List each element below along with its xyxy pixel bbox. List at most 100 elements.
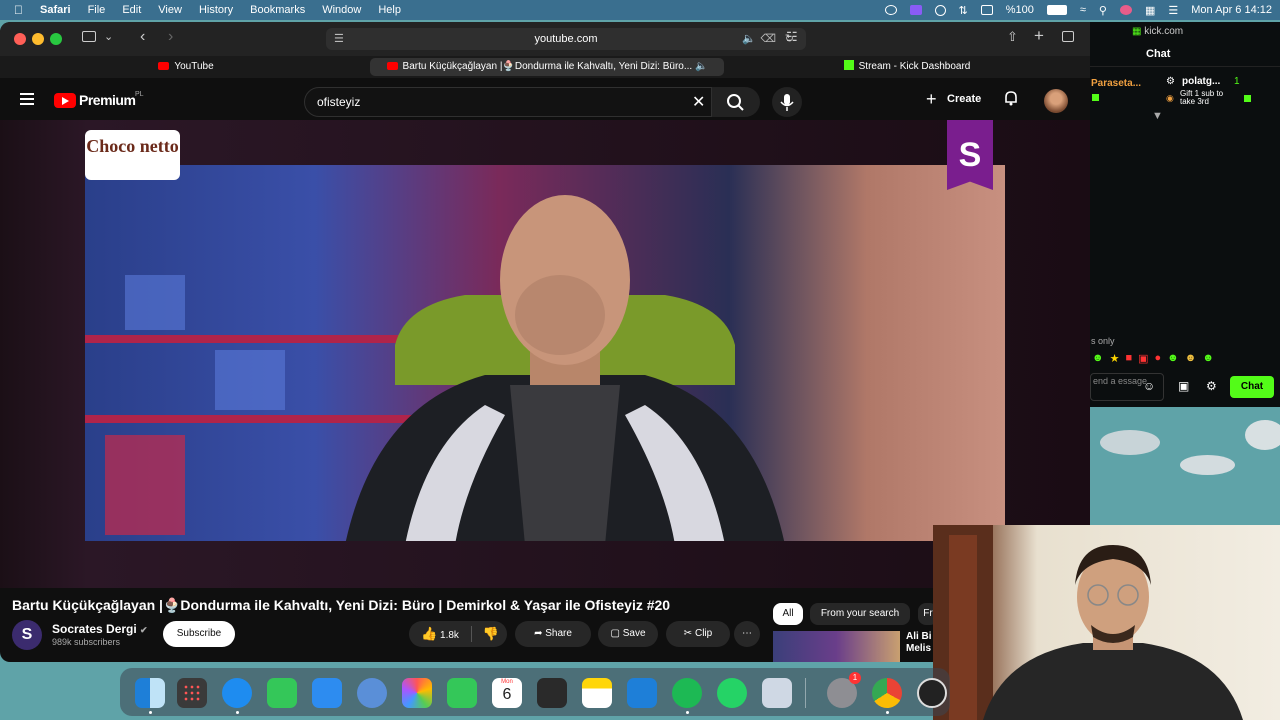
notifications-bell-icon[interactable] bbox=[1004, 90, 1018, 106]
back-button[interactable]: ‹ bbox=[140, 28, 145, 46]
emote-icon[interactable]: ☻ bbox=[1202, 352, 1214, 366]
emote-icon[interactable]: ☻ bbox=[1185, 352, 1197, 366]
chrome-icon[interactable] bbox=[872, 678, 902, 708]
siri-icon[interactable] bbox=[1119, 5, 1132, 15]
tab-youtube[interactable]: YouTube bbox=[6, 56, 366, 78]
chat-user-2[interactable]: polatg... bbox=[1182, 76, 1220, 87]
video-player[interactable]: Choco netto S bbox=[0, 120, 1090, 588]
chip-all[interactable]: All bbox=[773, 603, 803, 625]
menu-help[interactable]: Help bbox=[378, 4, 401, 16]
chat-user-1[interactable]: Paraseta... bbox=[1091, 78, 1141, 89]
like-button[interactable]: 👍 1.8k bbox=[409, 621, 471, 647]
clear-search-icon[interactable]: ✕ bbox=[692, 92, 705, 112]
recommended-thumbnail[interactable] bbox=[773, 631, 900, 662]
calendar-icon[interactable]: Mon 6 bbox=[492, 678, 522, 708]
emote-icon[interactable]: ▣ bbox=[1138, 352, 1148, 366]
emote-icon[interactable]: ☻ bbox=[1167, 352, 1179, 366]
emoji-picker-icon[interactable]: ☺ bbox=[1143, 379, 1155, 393]
hamburger-menu-icon[interactable] bbox=[20, 93, 34, 105]
tab-video[interactable]: Bartu Küçükçağlayan |🍨Dondurma ile Kahva… bbox=[370, 58, 724, 76]
recommended-title[interactable]: Ali Bi Melis bbox=[906, 631, 934, 655]
preview-icon[interactable] bbox=[762, 678, 792, 708]
menu-file[interactable]: File bbox=[88, 4, 106, 16]
save-button[interactable]: ▢ Save bbox=[598, 621, 658, 647]
app-store-icon[interactable] bbox=[357, 678, 387, 708]
menu-app-name[interactable]: Safari bbox=[40, 4, 71, 16]
search-input[interactable]: ofisteyiz bbox=[304, 87, 712, 117]
finder-icon[interactable] bbox=[135, 678, 165, 708]
menu-extras: ⇅ %100 ≈ ⚲ ▦ ☰ Mon Apr 6 14:12 bbox=[884, 0, 1272, 20]
notes-icon[interactable] bbox=[582, 678, 612, 708]
collapse-icon[interactable]: ▼ bbox=[1152, 110, 1163, 122]
facetime-icon[interactable] bbox=[447, 678, 477, 708]
emote-icon[interactable]: ☻ bbox=[1092, 352, 1104, 366]
audio-playing-icon[interactable]: 🔈 bbox=[742, 28, 756, 50]
control-icon[interactable]: ⇅ bbox=[959, 4, 968, 17]
tab-audio-icon[interactable]: 🔈 bbox=[695, 61, 707, 72]
xcode-icon[interactable] bbox=[627, 678, 657, 708]
emote-icon[interactable]: ■ bbox=[1125, 352, 1132, 366]
kick-url: ▦ kick.com bbox=[1132, 26, 1183, 37]
play-icon[interactable] bbox=[934, 4, 946, 16]
battery-icon[interactable] bbox=[1046, 5, 1067, 15]
search-button[interactable] bbox=[712, 87, 760, 117]
new-tab-icon[interactable]: + bbox=[1034, 26, 1044, 46]
store-icon[interactable]: ▣ bbox=[1178, 379, 1189, 393]
dislike-button[interactable]: 👎 bbox=[475, 621, 507, 647]
wifi-icon[interactable]: ≈ bbox=[1080, 4, 1086, 16]
photos-icon[interactable] bbox=[402, 678, 432, 708]
whatsapp-icon[interactable] bbox=[717, 678, 747, 708]
clip-button[interactable]: ✂ Clip bbox=[666, 621, 730, 647]
obs-icon[interactable] bbox=[917, 678, 947, 708]
chevron-down-icon[interactable]: ⌄ bbox=[104, 30, 113, 43]
mail-icon[interactable] bbox=[312, 678, 342, 708]
spotlight-icon[interactable]: ⚲ bbox=[1099, 4, 1107, 17]
spotify-icon[interactable] bbox=[672, 678, 702, 708]
emote-icon[interactable]: ● bbox=[1155, 352, 1162, 366]
youtube-logo-icon[interactable] bbox=[54, 93, 76, 108]
messages-icon[interactable] bbox=[267, 678, 297, 708]
channel-name[interactable]: Socrates Dergi ✔ bbox=[52, 622, 148, 636]
tab-kick[interactable]: Stream - Kick Dashboard bbox=[730, 56, 1084, 78]
safari-icon[interactable] bbox=[222, 678, 252, 708]
reminders-icon[interactable] bbox=[537, 678, 567, 708]
reader-icon[interactable]: ☰ bbox=[334, 28, 344, 50]
channel-watermark-badge[interactable]: S bbox=[947, 120, 993, 190]
send-chat-button[interactable]: Chat bbox=[1230, 376, 1274, 398]
create-icon[interactable]: + bbox=[926, 89, 937, 110]
tab-overview-icon[interactable] bbox=[1062, 31, 1074, 42]
extensions-grid-icon[interactable]: ☷ bbox=[786, 29, 798, 45]
translate-icon[interactable]: ⌫ bbox=[760, 28, 776, 50]
channel-avatar[interactable]: S bbox=[12, 620, 42, 650]
more-actions-button[interactable]: ⋯ bbox=[734, 621, 760, 647]
create-button[interactable]: Create bbox=[947, 93, 981, 105]
chat-settings-gear-icon[interactable]: ⚙ bbox=[1206, 379, 1217, 393]
menu-bookmarks[interactable]: Bookmarks bbox=[250, 4, 305, 16]
zoom-window-button[interactable] bbox=[50, 33, 62, 45]
menu-history[interactable]: History bbox=[199, 4, 233, 16]
voice-search-button[interactable] bbox=[772, 87, 802, 117]
notification-icon[interactable]: ☰ bbox=[1168, 4, 1178, 17]
address-bar[interactable]: ☰ youtube.com 🔈 ⌫ ↻ bbox=[326, 28, 806, 50]
apple-menu-icon[interactable]:  bbox=[14, 3, 23, 17]
status-icon[interactable] bbox=[884, 5, 897, 15]
share-button[interactable]: ➦ Share bbox=[515, 621, 591, 647]
minimize-window-button[interactable] bbox=[32, 33, 44, 45]
display-icon[interactable] bbox=[980, 5, 993, 15]
forward-button[interactable]: › bbox=[168, 28, 173, 46]
sidebar-toggle-icon[interactable] bbox=[82, 31, 96, 42]
menu-clock[interactable]: Mon Apr 6 14:12 bbox=[1191, 4, 1272, 16]
chip-from-your-search[interactable]: From your search bbox=[810, 603, 910, 625]
menu-edit[interactable]: Edit bbox=[122, 4, 141, 16]
emote-icon[interactable]: ★ bbox=[1110, 352, 1120, 366]
screen-record-icon[interactable] bbox=[909, 5, 922, 15]
launchpad-icon[interactable] bbox=[177, 678, 207, 708]
control-center-icon[interactable]: ▦ bbox=[1145, 4, 1155, 17]
subscribe-button[interactable]: Subscribe bbox=[163, 621, 235, 647]
menu-view[interactable]: View bbox=[158, 4, 182, 16]
menu-window[interactable]: Window bbox=[322, 4, 361, 16]
youtube-premium-label[interactable]: Premium bbox=[79, 92, 136, 108]
share-icon[interactable]: ⇧ bbox=[1007, 29, 1018, 45]
avatar[interactable] bbox=[1044, 89, 1068, 113]
close-window-button[interactable] bbox=[14, 33, 26, 45]
